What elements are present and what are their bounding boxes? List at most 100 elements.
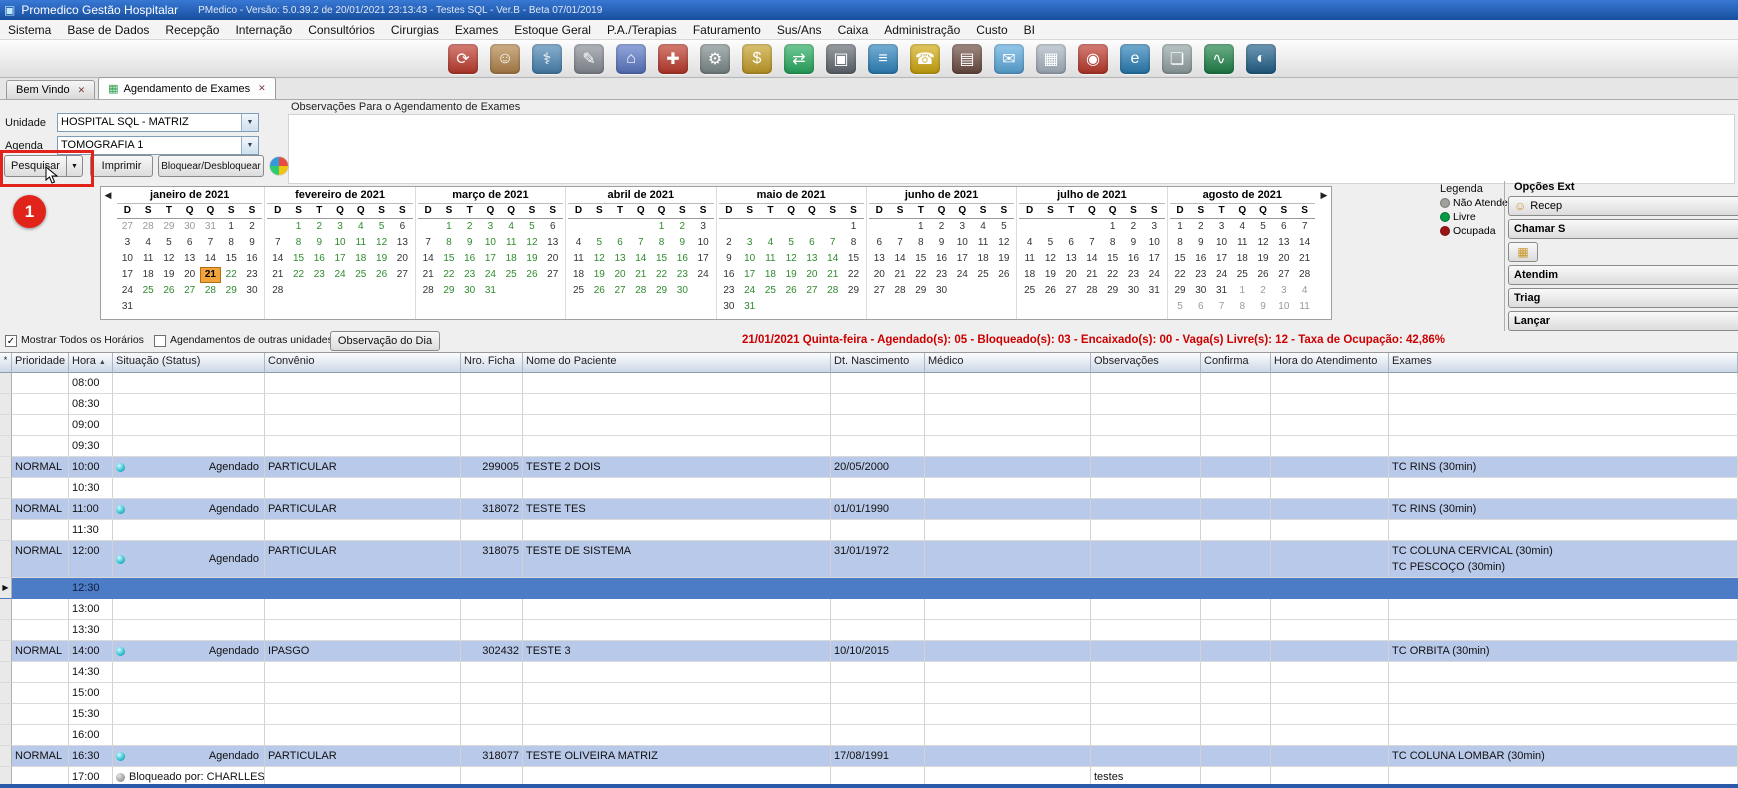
calendar-day[interactable]: 7 (630, 235, 651, 251)
calendar-day[interactable]: 10 (693, 235, 714, 251)
calendar-day[interactable]: 24 (1211, 267, 1232, 283)
tab-close-icon[interactable]: ✕ (258, 83, 266, 94)
calendar-day[interactable]: 14 (1294, 235, 1315, 251)
calendar-day[interactable]: 4 (350, 219, 371, 235)
calendar-prev-icon[interactable]: ◀ (101, 187, 115, 319)
calendar-day[interactable]: 20 (802, 267, 823, 283)
calendar-next-icon[interactable]: ▶ (1317, 187, 1331, 319)
calendar-day[interactable]: 24 (480, 267, 501, 283)
calendar-day[interactable]: 27 (392, 267, 413, 283)
grid-row-10-30[interactable]: 10:30 (0, 478, 1738, 499)
calendar-day[interactable]: 3 (117, 235, 138, 251)
calendar-day[interactable]: 3 (1273, 283, 1294, 299)
calendar-day[interactable]: 11 (1294, 299, 1315, 315)
calendar-day[interactable]: 27 (869, 283, 890, 299)
calendar-day[interactable]: 23 (242, 267, 263, 283)
calendar-day[interactable]: 15 (651, 251, 672, 267)
calendar-day[interactable]: 15 (843, 251, 864, 267)
imprimir-button[interactable]: Imprimir (90, 155, 153, 177)
calendar-day[interactable]: 10 (117, 251, 138, 267)
calendar-day[interactable]: 4 (1294, 283, 1315, 299)
grid-row-15-00[interactable]: 15:00 (0, 683, 1738, 704)
calendar-day[interactable]: 24 (952, 267, 973, 283)
e-doc-icon[interactable]: e (1120, 44, 1150, 74)
calendar-day[interactable]: 16 (242, 251, 263, 267)
menu-item-faturamento[interactable]: Faturamento (685, 21, 769, 39)
calendar-day[interactable]: 27 (802, 283, 823, 299)
calendar-day[interactable]: 23 (459, 267, 480, 283)
calendar-day[interactable]: 28 (890, 283, 911, 299)
calendar-day[interactable]: 25 (1232, 267, 1253, 283)
calendar-day[interactable]: 1 (910, 219, 931, 235)
safe-icon[interactable]: ▣ (826, 44, 856, 74)
calendar-day[interactable]: 10 (480, 235, 501, 251)
calendar-day[interactable]: 1 (439, 219, 460, 235)
calendar-day[interactable]: 12 (781, 251, 802, 267)
calendar-day[interactable]: 14 (200, 251, 221, 267)
grid-row-14-30[interactable]: 14:30 (0, 662, 1738, 683)
grid-row-11-30[interactable]: 11:30 (0, 520, 1738, 541)
calendar-day[interactable]: 3 (693, 219, 714, 235)
calendar-day[interactable]: 24 (1144, 267, 1165, 283)
calendar-day[interactable]: 27 (542, 267, 563, 283)
calendar-day[interactable]: 13 (1061, 251, 1082, 267)
finance-transfer-icon[interactable]: ⇄ (784, 44, 814, 74)
medical-records-icon[interactable]: ✎ (574, 44, 604, 74)
grid-row-16-30[interactable]: NORMAL16:30AgendadoPARTICULAR318077TESTE… (0, 746, 1738, 767)
calendar-day[interactable]: 17 (693, 251, 714, 267)
calendar-day[interactable]: 13 (179, 251, 200, 267)
calendar-day[interactable]: 6 (802, 235, 823, 251)
gears-icon[interactable]: ⚙ (700, 44, 730, 74)
bloquear-desbloquear-button[interactable]: Bloquear/Desbloquear (158, 155, 264, 177)
calendar-day[interactable]: 6 (610, 235, 631, 251)
calendar-day[interactable]: 20 (179, 267, 200, 283)
calendar-day[interactable]: 27 (1273, 267, 1294, 283)
calendar-day[interactable]: 6 (179, 235, 200, 251)
calendar-day[interactable]: 31 (739, 299, 760, 315)
calendar-day[interactable]: 5 (522, 219, 543, 235)
calendar-day[interactable]: 21 (1294, 251, 1315, 267)
calendar-day[interactable]: 26 (371, 267, 392, 283)
calendar-day[interactable]: 22 (221, 267, 242, 283)
calendar-day[interactable]: 26 (1040, 283, 1061, 299)
calendar-day[interactable]: 13 (802, 251, 823, 267)
calendar-day[interactable]: 14 (630, 251, 651, 267)
menu-item-cirurgias[interactable]: Cirurgias (383, 21, 447, 39)
documents-icon[interactable]: ❏ (1162, 44, 1192, 74)
calendar-day[interactable]: 8 (439, 235, 460, 251)
observacao-do-dia-button[interactable]: Observação do Dia (330, 331, 440, 351)
calendar-day[interactable]: 10 (739, 251, 760, 267)
calendar-day[interactable]: 31 (117, 299, 138, 315)
calendar-day[interactable]: 28 (138, 219, 159, 235)
calendar-day[interactable]: 29 (843, 283, 864, 299)
grid-header-nome-do-paciente[interactable]: Nome do Paciente (523, 353, 831, 373)
calendar-day[interactable]: 4 (760, 235, 781, 251)
calendar-day[interactable]: 22 (439, 267, 460, 283)
calendar-day[interactable]: 10 (1144, 235, 1165, 251)
calendar-day[interactable]: 8 (221, 235, 242, 251)
server-sync-icon[interactable]: ≡ (868, 44, 898, 74)
calendar-day[interactable]: 1 (651, 219, 672, 235)
calendar-day[interactable]: 21 (822, 267, 843, 283)
calendar-day[interactable]: 9 (1253, 299, 1274, 315)
menu-item-base-de-dados[interactable]: Base de Dados (59, 21, 157, 39)
calendar-day[interactable]: 18 (138, 267, 159, 283)
other-units-checkbox[interactable] (154, 335, 166, 347)
calendar-day[interactable]: 16 (931, 251, 952, 267)
calendar-day[interactable]: 24 (693, 267, 714, 283)
pie-chart-button[interactable] (270, 157, 288, 175)
show-all-hours-checkbox[interactable]: ✓ (5, 335, 17, 347)
calendar-day[interactable]: 7 (822, 235, 843, 251)
calendar-day[interactable]: 9 (459, 235, 480, 251)
calendar-day[interactable]: 5 (1253, 219, 1274, 235)
calendar-day[interactable]: 31 (1211, 283, 1232, 299)
calendar-day[interactable]: 24 (330, 267, 351, 283)
calendar-day[interactable]: 6 (1273, 219, 1294, 235)
calendar-day[interactable]: 9 (719, 251, 740, 267)
calendar-day[interactable]: 10 (952, 235, 973, 251)
menu-item-caixa[interactable]: Caixa (830, 21, 877, 39)
calendar-day[interactable]: 14 (267, 251, 288, 267)
calendar-day[interactable]: 15 (288, 251, 309, 267)
calendar-day[interactable]: 31 (200, 219, 221, 235)
calendar-day[interactable]: 16 (719, 267, 740, 283)
